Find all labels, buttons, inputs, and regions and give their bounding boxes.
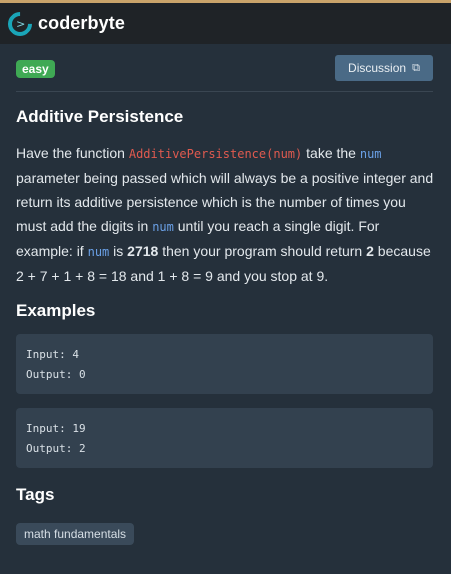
desc-text: Have the function <box>16 145 129 161</box>
argument-code: num <box>87 245 110 259</box>
challenge-description: Have the function AdditivePersistence(nu… <box>16 141 436 288</box>
example-output: Output: 2 <box>26 442 86 455</box>
desc-text: then your program should return <box>158 243 367 259</box>
brand-name: coderbyte <box>38 13 125 33</box>
difficulty-badge: easy <box>16 60 55 78</box>
example-input: Input: 4 <box>26 348 79 361</box>
example-return-value: 2 <box>366 243 374 259</box>
discussion-label: Discussion <box>348 61 407 75</box>
examples-heading: Examples <box>16 301 96 320</box>
example-input-value: 2718 <box>127 243 159 259</box>
coderbyte-logo-icon: > <box>3 6 37 41</box>
function-name: AdditivePersistence(num) <box>128 147 303 161</box>
example-output: Output: 0 <box>26 368 86 381</box>
discussion-button[interactable]: Discussion ⧉ <box>335 55 433 81</box>
example-block: Input: 4 Output: 0 <box>16 334 433 394</box>
tag-math-fundamentals[interactable]: math fundamentals <box>16 523 135 545</box>
tags-heading: Tags <box>16 485 55 504</box>
example-block: Input: 19 Output: 2 <box>16 408 433 468</box>
external-link-icon: ⧉ <box>412 61 420 74</box>
app-header: > coderbyte <box>0 3 451 44</box>
challenge-title: Additive Persistence <box>16 107 184 126</box>
example-input: Input: 19 <box>26 422 86 435</box>
coderbyte-logo[interactable]: > coderbyte <box>3 6 125 41</box>
argument-code: num <box>359 147 382 161</box>
desc-text: is <box>109 243 128 259</box>
argument-code: num <box>152 220 174 234</box>
desc-text: take the <box>302 145 360 161</box>
divider <box>16 91 433 92</box>
